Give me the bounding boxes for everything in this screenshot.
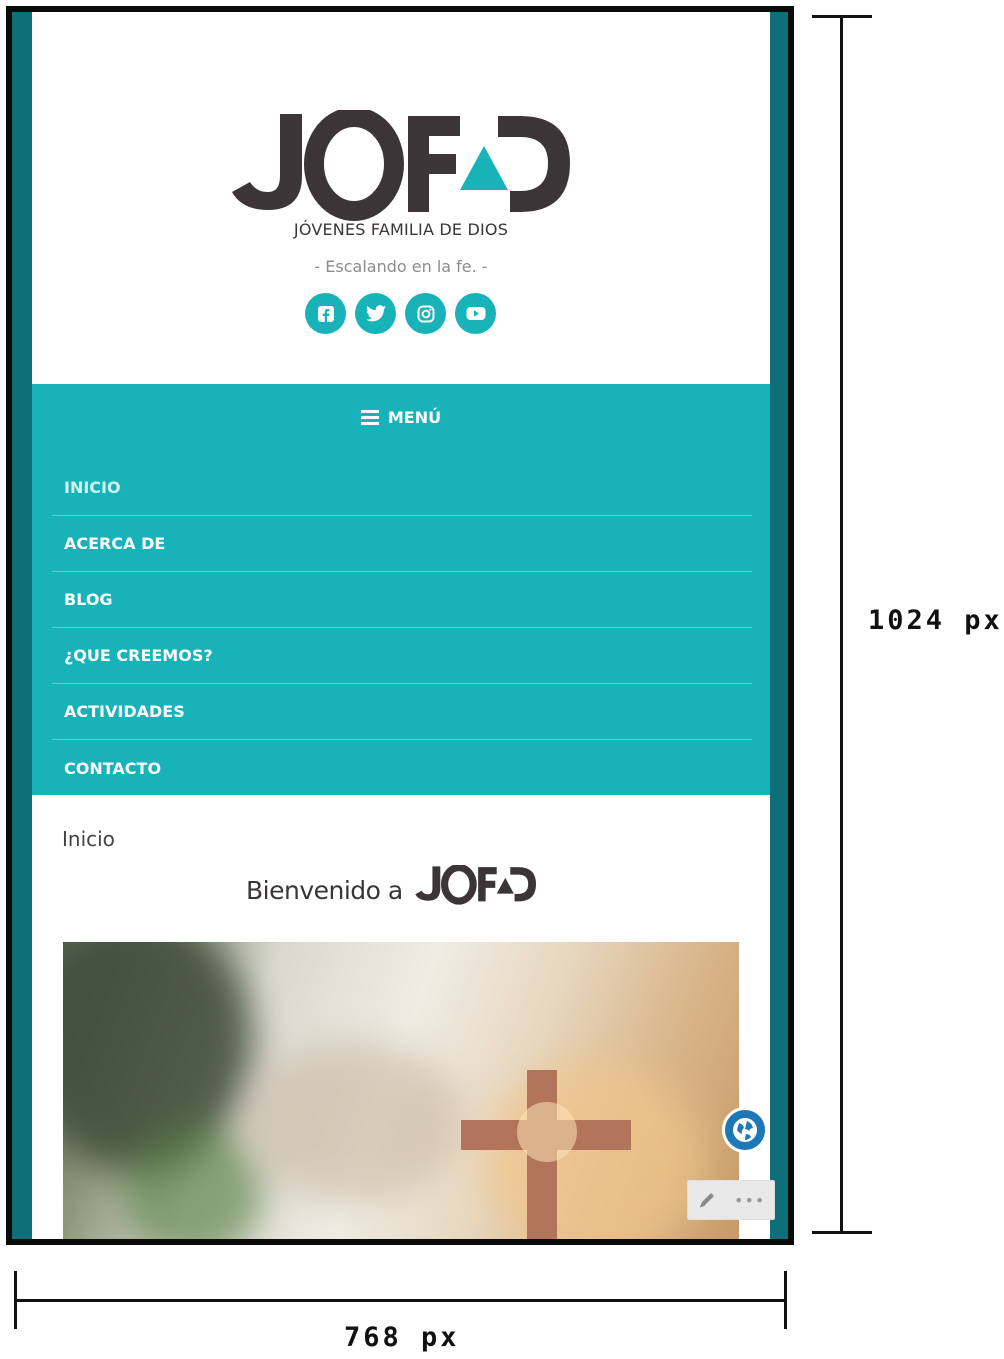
nav-item-inicio[interactable]: INICIO bbox=[52, 460, 752, 516]
width-dimension-right-tick bbox=[784, 1271, 787, 1329]
frame-right-band bbox=[770, 12, 788, 1239]
facebook-icon bbox=[317, 305, 334, 322]
width-dimension-label: 768 px bbox=[344, 1322, 460, 1353]
main-navigation: MENÚ INICIO ACERCA DE BLOG ¿QUE CREEMOS?… bbox=[32, 384, 770, 795]
cross-image bbox=[461, 1070, 631, 1239]
device-frame: JÓVENES FAMILIA DE DIOS - Escalando en l… bbox=[6, 6, 794, 1245]
width-dimension-line bbox=[16, 1299, 786, 1302]
menu-toggle-label: MENÚ bbox=[387, 408, 442, 427]
nav-item-que-creemos[interactable]: ¿QUE CREEMOS? bbox=[52, 628, 752, 684]
welcome-heading: Bienvenido a bbox=[246, 865, 539, 905]
twitter-icon bbox=[365, 305, 386, 322]
height-dimension-line bbox=[840, 17, 843, 1233]
youtube-icon bbox=[466, 307, 485, 320]
twitter-link[interactable] bbox=[355, 293, 396, 334]
page-content: Inicio Bienvenido a bbox=[32, 795, 770, 1239]
menu-toggle-button[interactable]: MENÚ bbox=[32, 408, 770, 427]
pencil-icon[interactable] bbox=[697, 1190, 717, 1210]
site-header: JÓVENES FAMILIA DE DIOS - Escalando en l… bbox=[32, 12, 770, 384]
globe-icon bbox=[733, 1118, 757, 1142]
nav-item-contacto[interactable]: CONTACTO bbox=[52, 740, 752, 796]
hamburger-icon bbox=[360, 410, 379, 425]
more-options-icon[interactable]: ••• bbox=[734, 1191, 765, 1210]
social-links bbox=[305, 293, 496, 334]
nav-list: INICIO ACERCA DE BLOG ¿QUE CREEMOS? ACTI… bbox=[52, 460, 752, 796]
height-dimension-top-tick bbox=[812, 15, 872, 18]
frame-left-band bbox=[12, 12, 32, 1239]
welcome-text: Bienvenido a bbox=[246, 876, 403, 905]
nav-item-actividades[interactable]: ACTIVIDADES bbox=[52, 684, 752, 740]
instagram-link[interactable] bbox=[405, 293, 446, 334]
translate-button[interactable] bbox=[722, 1107, 768, 1153]
edit-toolbar: ••• bbox=[687, 1180, 775, 1220]
facebook-link[interactable] bbox=[305, 293, 346, 334]
page-title: Inicio bbox=[62, 827, 115, 851]
nav-item-blog[interactable]: BLOG bbox=[52, 572, 752, 628]
height-dimension-label: 1024 px bbox=[868, 605, 1003, 636]
height-dimension-bottom-tick bbox=[812, 1231, 872, 1234]
logo-subtitle: JÓVENES FAMILIA DE DIOS bbox=[293, 220, 509, 239]
browser-viewport: JÓVENES FAMILIA DE DIOS - Escalando en l… bbox=[32, 12, 770, 1239]
nav-item-acerca-de[interactable]: ACERCA DE bbox=[52, 516, 752, 572]
instagram-icon bbox=[417, 305, 434, 322]
site-tagline: - Escalando en la fe. - bbox=[314, 257, 488, 276]
width-dimension-left-tick bbox=[14, 1271, 17, 1329]
site-logo[interactable] bbox=[230, 110, 574, 222]
youtube-link[interactable] bbox=[455, 293, 496, 334]
hero-image bbox=[63, 942, 739, 1239]
welcome-logo bbox=[415, 865, 536, 905]
